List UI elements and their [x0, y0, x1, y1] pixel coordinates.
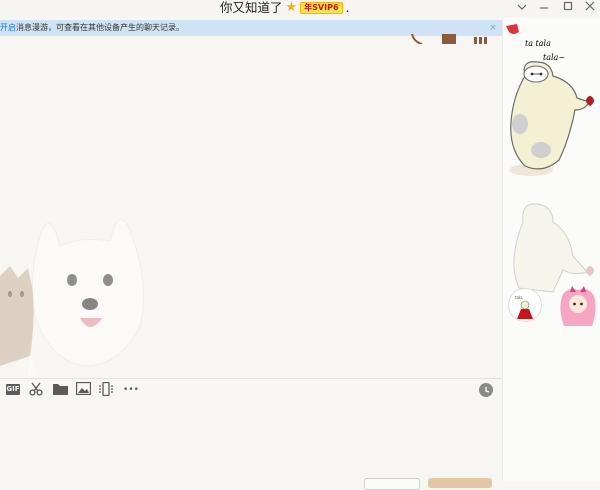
close-icon[interactable] [578, 0, 600, 16]
enable-roaming-link[interactable]: 开启 [0, 23, 16, 32]
baymax-sticker: ta tala tala~ [506, 24, 594, 176]
star-icon: ★ [285, 0, 298, 15]
background-image [0, 219, 145, 377]
send-button[interactable] [428, 478, 492, 488]
folder-icon[interactable] [52, 382, 68, 398]
shake-icon[interactable] [98, 381, 114, 398]
sticker-avatar-1[interactable]: tala [508, 288, 542, 322]
phone-icon[interactable] [410, 34, 424, 44]
maximize-icon[interactable] [556, 0, 580, 16]
more-apps-icon[interactable] [473, 34, 487, 44]
video-icon[interactable] [442, 34, 456, 44]
sticker-text-1: ta tala [525, 39, 551, 48]
title-suffix: . [345, 0, 350, 15]
notice-close-button[interactable]: × [486, 20, 500, 36]
more-icon[interactable]: ••• [121, 382, 141, 398]
scissors-icon[interactable] [28, 382, 44, 398]
close-button[interactable] [364, 478, 420, 490]
sticker-avatar-2[interactable] [558, 286, 598, 332]
image-icon[interactable] [75, 381, 91, 398]
contact-name: 你又知道了 [220, 0, 283, 15]
svg-text:tala: tala [515, 295, 523, 300]
sticker-text-2: tala~ [543, 53, 565, 62]
minimize-icon[interactable] [532, 0, 556, 16]
clock-icon[interactable] [479, 383, 493, 397]
notice-text: 消息漫游，可查看在其他设备产生的聊天记录。 [16, 23, 184, 32]
chat-history-area[interactable] [0, 36, 502, 377]
window-title: 你又知道了 ★ 年SVIP6 . [220, 0, 350, 17]
chevron-down-icon[interactable] [510, 0, 534, 16]
svip-badge[interactable]: 年SVIP6 [300, 2, 343, 14]
roaming-notice: 开启消息漫游，可查看在其他设备产生的聊天记录。 [0, 20, 502, 36]
message-input[interactable] [0, 404, 502, 482]
gif-icon[interactable]: GIF [6, 384, 20, 395]
